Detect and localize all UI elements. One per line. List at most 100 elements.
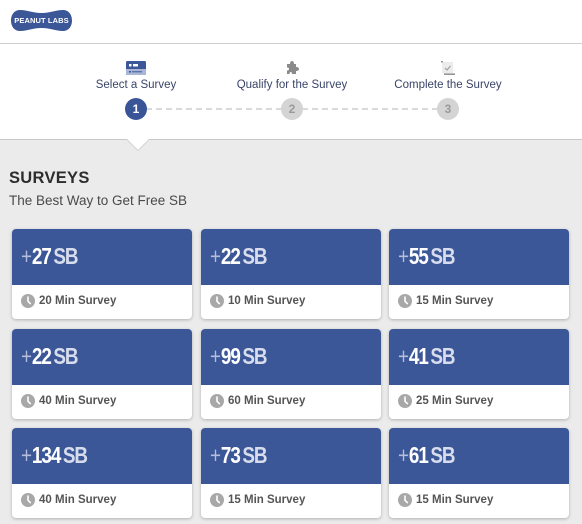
- reward-unit: SB: [62, 442, 88, 468]
- survey-duration: 15 Min Survey: [228, 494, 306, 506]
- survey-card-header: +134 SB: [12, 428, 192, 484]
- survey-card[interactable]: +41 SB 25 Min Survey: [389, 329, 569, 419]
- reward-plus: +: [210, 442, 221, 468]
- step-complete-survey: Complete the Survey 3: [368, 45, 528, 140]
- survey-card-footer: 15 Min Survey: [201, 484, 381, 518]
- logo-text: PEANUT LABS: [14, 16, 69, 25]
- reward-plus: +: [21, 442, 32, 468]
- step-label: Select a Survey: [95, 79, 177, 91]
- reward-value: 73: [220, 442, 241, 468]
- reward-plus: +: [210, 243, 221, 269]
- survey-card-footer: 60 Min Survey: [201, 385, 381, 419]
- survey-card-header: +99 SB: [201, 329, 381, 385]
- step-connector-1-2: [146, 108, 282, 110]
- clock-icon: [21, 294, 35, 308]
- survey-card-footer: 40 Min Survey: [12, 484, 192, 518]
- survey-duration: 40 Min Survey: [39, 494, 117, 506]
- reward-plus: +: [398, 442, 409, 468]
- survey-reward: +22 SB: [21, 343, 79, 370]
- reward-unit: SB: [242, 442, 267, 468]
- survey-duration: 25 Min Survey: [416, 395, 494, 407]
- reward-plus: +: [210, 343, 221, 369]
- survey-card-footer: 20 Min Survey: [12, 285, 192, 319]
- step-qualify-survey: Qualify for the Survey 2: [212, 45, 372, 140]
- reward-value: 27: [31, 243, 52, 269]
- survey-card[interactable]: +55 SB 15 Min Survey: [389, 229, 569, 319]
- survey-duration: 20 Min Survey: [39, 295, 117, 307]
- survey-reward: +61 SB: [398, 442, 456, 469]
- survey-card-footer: 15 Min Survey: [389, 484, 569, 518]
- survey-duration: 60 Min Survey: [228, 395, 306, 407]
- step-label: Qualify for the Survey: [236, 79, 348, 91]
- survey-card[interactable]: +73 SB 15 Min Survey: [201, 428, 381, 518]
- reward-plus: +: [21, 243, 32, 269]
- clock-icon: [210, 493, 224, 507]
- step-number-badge: 2: [281, 98, 303, 120]
- survey-reward: +73 SB: [210, 442, 268, 469]
- clock-icon: [21, 394, 35, 408]
- top-bar: PEANUT LABS: [0, 0, 582, 44]
- survey-card-header: +41 SB: [389, 329, 569, 385]
- survey-reward: +134 SB: [21, 442, 88, 469]
- survey-reward: +99 SB: [210, 343, 268, 370]
- reward-value: 22: [220, 243, 241, 269]
- survey-card[interactable]: +134 SB 40 Min Survey: [12, 428, 192, 518]
- reward-value: 99: [220, 343, 241, 369]
- survey-card[interactable]: +22 SB 10 Min Survey: [201, 229, 381, 319]
- reward-plus: +: [21, 343, 32, 369]
- survey-card-footer: 15 Min Survey: [389, 285, 569, 319]
- puzzle-icon: [281, 60, 303, 76]
- section-subtitle: The Best Way to Get Free SB: [9, 193, 188, 208]
- clock-icon: [398, 493, 412, 507]
- survey-card[interactable]: +61 SB 15 Min Survey: [389, 428, 569, 518]
- section-title: SURVEYS: [9, 169, 90, 187]
- clock-icon: [398, 394, 412, 408]
- survey-card[interactable]: +27 SB 20 Min Survey: [12, 229, 192, 319]
- survey-reward: +22 SB: [210, 243, 268, 270]
- survey-card-header: +55 SB: [389, 229, 569, 285]
- step-select-survey: Select a Survey 1: [56, 45, 216, 140]
- survey-reward: +41 SB: [398, 343, 456, 370]
- survey-duration: 15 Min Survey: [416, 494, 494, 506]
- reward-unit: SB: [430, 442, 455, 468]
- reward-unit: SB: [430, 243, 455, 269]
- reward-unit: SB: [53, 343, 78, 369]
- clock-icon: [21, 493, 35, 507]
- reward-unit: SB: [242, 243, 267, 269]
- checkmark-doc-icon: [437, 60, 459, 76]
- clock-icon: [210, 294, 224, 308]
- reward-unit: SB: [242, 343, 267, 369]
- step-label: Complete the Survey: [394, 79, 502, 91]
- survey-card-footer: 40 Min Survey: [12, 385, 192, 419]
- survey-card-header: +73 SB: [201, 428, 381, 484]
- reward-unit: SB: [53, 243, 78, 269]
- survey-card-header: +22 SB: [12, 329, 192, 385]
- reward-plus: +: [398, 343, 409, 369]
- survey-duration: 10 Min Survey: [228, 295, 306, 307]
- reward-value: 134: [31, 442, 61, 468]
- survey-card-header: +61 SB: [389, 428, 569, 484]
- step-connector-2-3: [302, 108, 438, 110]
- reward-value: 55: [408, 243, 429, 269]
- reward-value: 61: [408, 442, 429, 468]
- survey-reward: +27 SB: [21, 243, 79, 270]
- clock-icon: [398, 294, 412, 308]
- survey-duration: 40 Min Survey: [39, 395, 117, 407]
- survey-card[interactable]: +99 SB 60 Min Survey: [201, 329, 381, 419]
- clock-icon: [210, 394, 224, 408]
- peanut-labs-logo[interactable]: PEANUT LABS: [10, 9, 73, 32]
- reward-unit: SB: [430, 343, 455, 369]
- progress-steps: Select a Survey 1 Qualify for the Survey…: [0, 45, 582, 140]
- step-number-badge: 1: [125, 98, 147, 120]
- survey-card[interactable]: +22 SB 40 Min Survey: [12, 329, 192, 419]
- survey-duration: 15 Min Survey: [416, 295, 494, 307]
- survey-card-header: +27 SB: [12, 229, 192, 285]
- survey-card-footer: 10 Min Survey: [201, 285, 381, 319]
- reward-plus: +: [398, 243, 409, 269]
- reward-value: 41: [408, 343, 429, 369]
- survey-list-icon: [125, 60, 147, 76]
- reward-value: 22: [31, 343, 52, 369]
- active-step-pointer: [127, 139, 149, 150]
- survey-card-footer: 25 Min Survey: [389, 385, 569, 419]
- step-number-badge: 3: [437, 98, 459, 120]
